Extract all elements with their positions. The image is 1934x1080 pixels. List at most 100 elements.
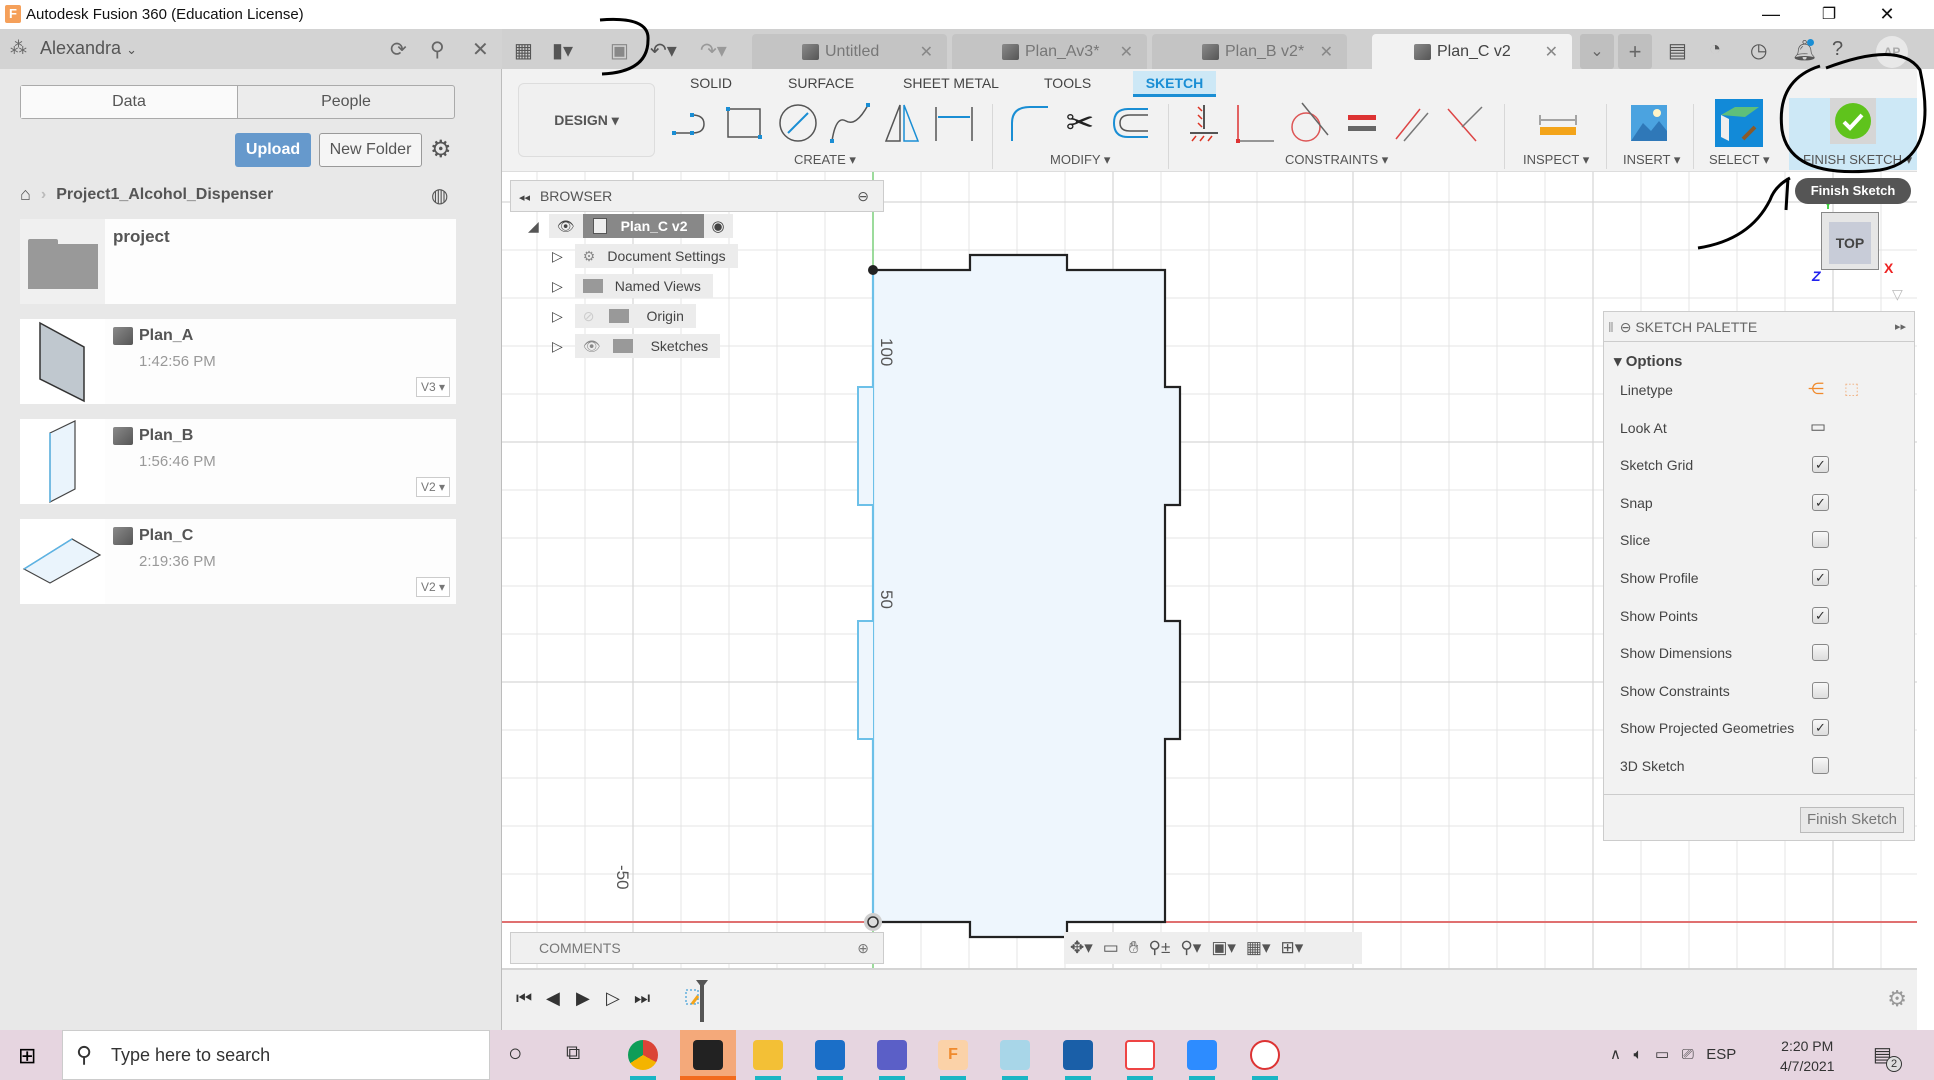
breadcrumb-project[interactable]: Project1_Alcohol_Dispenser bbox=[56, 186, 273, 204]
timeline-settings-gear-icon[interactable]: ⚙ bbox=[1887, 986, 1907, 1012]
tab-sheet-metal[interactable]: SHEET METAL bbox=[903, 75, 999, 91]
expand-palette-icon[interactable]: ▸▸ bbox=[1895, 312, 1906, 342]
drag-handle-icon[interactable]: ‖ bbox=[1608, 319, 1614, 335]
expand-triangle-icon[interactable]: ◢ bbox=[528, 218, 539, 235]
doc-tab-plan-c[interactable]: Plan_C v2 ✕ bbox=[1372, 34, 1572, 69]
version-dropdown[interactable]: V2 ▾ bbox=[415, 577, 450, 597]
construction-linetype-icon[interactable]: ⋲ bbox=[1808, 379, 1824, 399]
palette-checkbox[interactable] bbox=[1812, 644, 1829, 662]
list-item-design[interactable]: Plan_A 1:42:56 PM V3 ▾ bbox=[20, 319, 456, 404]
user-dropdown[interactable]: Alexandra ⌄ bbox=[40, 38, 137, 59]
tab-tools[interactable]: TOOLS bbox=[1044, 75, 1091, 91]
tab-surface[interactable]: SURFACE bbox=[788, 75, 854, 91]
options-section-toggle[interactable]: ▾ Options bbox=[1614, 352, 1682, 370]
snipping-tool-app-icon[interactable] bbox=[1125, 1040, 1155, 1070]
doc-tab-plan-a[interactable]: Plan_Av3* ✕ bbox=[952, 34, 1147, 69]
display-settings-icon[interactable]: ▣▾ bbox=[1211, 938, 1236, 958]
hidden-eye-icon[interactable]: ⊘ bbox=[583, 308, 595, 325]
fit-zoom-window-icon[interactable]: ⚲▾ bbox=[1180, 938, 1201, 958]
doc-tab-untitled[interactable]: Untitled ✕ bbox=[752, 34, 947, 69]
palette-checkbox[interactable]: ✓ bbox=[1812, 719, 1829, 737]
fix-constraint-icon[interactable] bbox=[1182, 101, 1226, 145]
visibility-eye-icon[interactable]: 👁︎ bbox=[548, 214, 583, 238]
close-tab-icon[interactable]: ✕ bbox=[1545, 42, 1558, 62]
restore-button[interactable]: ❐ bbox=[1806, 0, 1852, 29]
go-to-end-icon[interactable]: ⏭ bbox=[634, 988, 650, 1009]
palette-checkbox[interactable]: ✓ bbox=[1812, 569, 1829, 586]
sketch-palette-header[interactable]: ‖ ⊖ SKETCH PALETTE ▸▸ bbox=[1604, 312, 1914, 342]
close-window-button[interactable]: ✕ bbox=[1864, 0, 1910, 29]
new-folder-button[interactable]: New Folder bbox=[319, 133, 422, 167]
browser-node-sketches[interactable]: ▷ 👁︎ Sketches bbox=[552, 334, 721, 358]
close-tab-icon[interactable]: ✕ bbox=[1120, 42, 1133, 62]
play-icon[interactable]: ▶ bbox=[576, 988, 590, 1009]
file-explorer-app-icon[interactable] bbox=[753, 1040, 783, 1070]
language-indicator[interactable]: ESP bbox=[1706, 1046, 1736, 1063]
select-group-menu[interactable]: SELECT ▾ bbox=[1709, 152, 1769, 168]
coincident-perpendicular-icon[interactable] bbox=[1232, 101, 1276, 145]
list-item-folder[interactable]: project bbox=[20, 219, 456, 304]
zoom-app-icon[interactable] bbox=[1187, 1040, 1217, 1070]
close-tab-icon[interactable]: ✕ bbox=[1320, 42, 1333, 62]
viewcube-top-face[interactable]: TOP bbox=[1829, 222, 1871, 264]
step-forward-icon[interactable]: ▷ bbox=[606, 988, 620, 1009]
browser-node-origin[interactable]: ▷ ⊘ Origin bbox=[552, 304, 696, 328]
minimize-palette-icon[interactable]: ⊖ bbox=[1620, 319, 1632, 335]
palette-finish-sketch-button[interactable]: Finish Sketch bbox=[1800, 807, 1904, 833]
refresh-icon[interactable]: ⟳ bbox=[390, 37, 407, 62]
expand-triangle-icon[interactable]: ▷ bbox=[552, 338, 563, 355]
finish-sketch-button[interactable]: FINISH SKETCH ▾ bbox=[1789, 98, 1917, 170]
visibility-eye-icon[interactable]: 👁︎ bbox=[583, 338, 601, 355]
teams-app-icon[interactable] bbox=[877, 1040, 907, 1070]
browser-minimize-icon[interactable]: ⊖ bbox=[857, 181, 869, 211]
tab-overflow-chevron-icon[interactable]: ⌄ bbox=[1580, 34, 1614, 69]
viewports-icon[interactable]: ⊞▾ bbox=[1281, 938, 1304, 958]
browser-panel-header[interactable]: ◂◂ BROWSER ⊖ bbox=[510, 180, 884, 212]
doc-tab-plan-b[interactable]: Plan_B v2* ✕ bbox=[1152, 34, 1347, 69]
tab-solid[interactable]: SOLID bbox=[690, 75, 732, 91]
snip-sketch-app-icon[interactable] bbox=[1250, 1040, 1280, 1070]
task-view-icon[interactable]: ⧉ bbox=[566, 1042, 580, 1065]
measure-ruler-icon[interactable] bbox=[1536, 101, 1580, 145]
palette-checkbox[interactable] bbox=[1812, 757, 1829, 774]
close-panel-icon[interactable]: ✕ bbox=[472, 37, 489, 62]
insert-image-icon[interactable] bbox=[1627, 101, 1671, 145]
orbit-icon[interactable]: ✥▾ bbox=[1070, 938, 1093, 958]
network-icon[interactable]: ⎚ bbox=[1682, 1046, 1694, 1063]
comment-icon[interactable]: ▤ bbox=[1668, 38, 1687, 63]
search-icon[interactable]: ⚲ bbox=[430, 37, 445, 62]
palette-checkbox[interactable] bbox=[1812, 681, 1829, 699]
palette-checkbox[interactable] bbox=[1812, 531, 1829, 549]
timeline-sketch-feature-icon[interactable] bbox=[682, 980, 712, 1024]
equal-constraint-icon[interactable] bbox=[1342, 101, 1386, 145]
windows-start-icon[interactable]: ⊞ bbox=[18, 1043, 36, 1069]
rectangle-tool-icon[interactable] bbox=[722, 101, 766, 145]
undo-icon[interactable]: ↶▾ bbox=[650, 38, 677, 63]
list-item-design[interactable]: Plan_B 1:56:46 PM V2 ▾ bbox=[20, 419, 456, 504]
file-menu-icon[interactable]: ▮▾ bbox=[552, 38, 573, 63]
settings-gear-icon[interactable]: ⚙ bbox=[430, 135, 452, 164]
centerline-linetype-icon[interactable]: ⬚ bbox=[1844, 379, 1859, 399]
version-dropdown[interactable]: V2 ▾ bbox=[415, 477, 450, 497]
chrome-app-icon[interactable] bbox=[628, 1040, 658, 1070]
expand-triangle-icon[interactable]: ▷ bbox=[552, 308, 563, 325]
trim-scissors-icon[interactable]: ✂ bbox=[1058, 101, 1102, 145]
job-status-clock-icon[interactable]: ◷ bbox=[1750, 38, 1767, 63]
fusion-app-icon[interactable]: F bbox=[938, 1040, 968, 1070]
user-avatar[interactable]: AP bbox=[1876, 36, 1908, 68]
project-visibility-globe-icon[interactable]: ◍ bbox=[431, 183, 448, 208]
volume-icon[interactable]: 🔈︎ bbox=[1634, 1046, 1643, 1063]
browser-root-node[interactable]: ◢ 👁︎ Plan_C v2 ◉ bbox=[528, 214, 733, 238]
version-dropdown[interactable]: V3 ▾ bbox=[415, 377, 450, 397]
spline-tool-icon[interactable] bbox=[828, 101, 872, 145]
insert-group-menu[interactable]: INSERT ▾ bbox=[1623, 152, 1680, 168]
select-paint-icon[interactable] bbox=[1715, 99, 1763, 147]
video-app-icon[interactable] bbox=[815, 1040, 845, 1070]
minimize-button[interactable]: — bbox=[1748, 0, 1794, 29]
create-group-menu[interactable]: CREATE ▾ bbox=[794, 152, 856, 168]
palette-checkbox[interactable]: ✓ bbox=[1812, 606, 1829, 624]
zoom-icon[interactable]: ⚲± bbox=[1149, 938, 1171, 958]
circle-tool-icon[interactable] bbox=[776, 101, 820, 145]
help-icon[interactable]: ? bbox=[1832, 38, 1843, 61]
home-icon[interactable]: ⌂ bbox=[20, 184, 31, 205]
